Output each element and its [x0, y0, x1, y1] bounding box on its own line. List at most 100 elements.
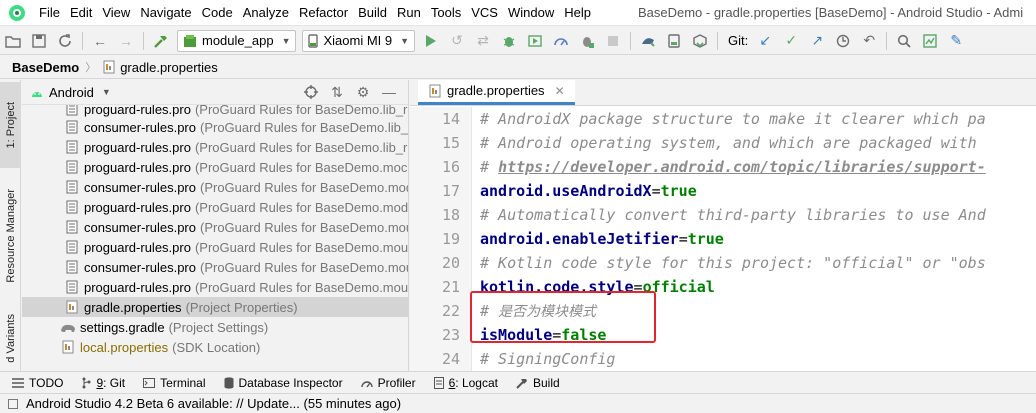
code-area[interactable]: 14 # AndroidX package structure to make …: [410, 107, 1036, 371]
status-message[interactable]: Android Studio 4.2 Beta 6 available: // …: [26, 396, 401, 411]
text-file-icon: [64, 259, 80, 275]
hide-panel-icon[interactable]: —: [380, 81, 398, 103]
git-update-icon[interactable]: ↙: [754, 30, 776, 52]
menu-tools[interactable]: Tools: [426, 0, 466, 26]
menu-vcs[interactable]: VCS: [466, 0, 503, 26]
project-view-select[interactable]: Android ▼: [30, 85, 111, 100]
git-history-icon[interactable]: [832, 30, 854, 52]
device-select[interactable]: Xiaomi MI 9 ▼: [302, 29, 416, 52]
tree-row-file[interactable]: proguard-rules.pro (ProGuard Rules for Ba…: [22, 197, 408, 217]
save-all-icon[interactable]: [28, 30, 50, 52]
gradle-sync-icon[interactable]: [637, 30, 659, 52]
status-toggle-icon[interactable]: [8, 398, 18, 409]
close-icon[interactable]: ✕: [555, 84, 565, 98]
build-hammer-icon[interactable]: [150, 30, 172, 52]
menu-refactor[interactable]: Refactor: [294, 0, 353, 26]
tab-database-inspector[interactable]: Database Inspector: [224, 376, 343, 390]
tree-row-file[interactable]: consumer-rules.pro (ProGuard Rules for Ba…: [22, 257, 408, 277]
breadcrumb-file-label: gradle.properties: [120, 59, 218, 75]
open-folder-icon[interactable]: [2, 30, 24, 52]
tree-row-file-selected[interactable]: gradle.properties (Project Properties): [22, 297, 408, 317]
menu-edit[interactable]: Edit: [65, 0, 97, 26]
back-arrow-icon[interactable]: ←: [89, 30, 111, 52]
properties-file-icon: [64, 299, 80, 315]
tree-row-file[interactable]: proguard-rules.pro (ProGuard Rules for Ba…: [22, 105, 408, 117]
code-comment: # 是否为模块模式: [480, 301, 596, 321]
tree-row-file[interactable]: proguard-rules.pro (ProGuard Rules for Ba…: [22, 137, 408, 157]
apply-changes-icon[interactable]: ↺: [446, 30, 468, 52]
chevron-down-icon: ▼: [101, 87, 111, 97]
tree-file-desc: (ProGuard Rules for BaseDemo.mou: [200, 219, 409, 235]
tree-row-file[interactable]: local.properties (SDK Location): [22, 337, 408, 357]
code-comment: # Automatically convert third-party libr…: [480, 206, 986, 224]
menu-analyze[interactable]: Analyze: [238, 0, 294, 26]
tab-todo[interactable]: TODO: [12, 376, 63, 390]
menu-view[interactable]: View: [97, 0, 135, 26]
terminal-icon: [143, 377, 156, 388]
collapse-all-icon[interactable]: ⇅: [328, 81, 346, 103]
tab-resource-manager[interactable]: Resource Manager: [0, 172, 21, 300]
menu-help[interactable]: Help: [559, 0, 596, 26]
tab-terminal[interactable]: Terminal: [143, 375, 206, 390]
tab-logcat[interactable]: 6: Logcat: [433, 376, 498, 390]
avd-manager-icon[interactable]: [663, 30, 685, 52]
tree-file-name: proguard-rules.pro: [84, 105, 191, 117]
locate-file-icon[interactable]: [302, 81, 320, 103]
git-push-icon[interactable]: ↗: [806, 30, 828, 52]
tree-row-file[interactable]: proguard-rules.pro (ProGuard Rules for Ba…: [22, 277, 408, 297]
tree-row-file[interactable]: consumer-rules.pro (ProGuard Rules for Ba…: [22, 117, 408, 137]
code-comment: # SigningConfig: [480, 350, 616, 368]
tree-file-name: proguard-rules.pro: [84, 199, 191, 215]
assistant-icon[interactable]: [919, 30, 941, 52]
text-file-icon: [64, 119, 80, 135]
tab-git[interactable]: 9: Git: [81, 376, 125, 390]
settings-icon[interactable]: ✎: [945, 30, 967, 52]
run-icon[interactable]: [420, 30, 442, 52]
module-select[interactable]: module_app ▼: [177, 29, 297, 52]
code-line: 24 # SigningConfig: [410, 347, 1036, 371]
property-key: android.useAndroidX: [480, 182, 652, 200]
line-number: 21: [441, 278, 460, 296]
sync-icon[interactable]: [54, 30, 76, 52]
line-number: 22: [441, 302, 460, 320]
sdk-manager-icon[interactable]: [689, 30, 711, 52]
tree-file-name: local.properties: [80, 339, 169, 355]
chevron-down-icon: ▼: [400, 35, 410, 46]
breadcrumb-project[interactable]: BaseDemo: [12, 60, 79, 75]
tab-profiler[interactable]: Profiler: [360, 376, 416, 390]
search-everywhere-icon[interactable]: [893, 30, 915, 52]
menu-file[interactable]: File: [34, 0, 65, 26]
property-equals: =: [552, 326, 562, 344]
tab-project[interactable]: 1: Project: [0, 82, 21, 168]
breadcrumb-file[interactable]: gradle.properties: [102, 60, 218, 75]
debug-icon[interactable]: [498, 30, 520, 52]
tab-build[interactable]: Build: [516, 376, 560, 390]
phone-icon: [308, 33, 319, 48]
profile-icon[interactable]: [550, 30, 572, 52]
tree-row-file[interactable]: settings.gradle (Project Settings): [22, 317, 408, 337]
forward-arrow-icon[interactable]: →: [115, 30, 137, 52]
code-url-link[interactable]: https://developer.android.com/topic/libr…: [498, 158, 986, 176]
tree-row-file[interactable]: consumer-rules.pro (ProGuard Rules for Ba…: [22, 217, 408, 237]
menu-window[interactable]: Window: [503, 0, 559, 26]
stop-icon[interactable]: [602, 30, 624, 52]
tab-terminal-label: Terminal: [160, 375, 206, 390]
apply-code-changes-icon[interactable]: ⇄: [472, 30, 494, 52]
main-toolbar: ← → module_app ▼ Xiaomi MI 9 ▼ ↺ ⇄ Git: …: [0, 27, 1036, 55]
menu-navigate[interactable]: Navigate: [135, 0, 196, 26]
device-select-label: Xiaomi MI 9: [323, 33, 393, 48]
attach-debugger-icon[interactable]: [576, 30, 598, 52]
gear-icon[interactable]: ⚙: [354, 81, 372, 103]
tree-file-name: consumer-rules.pro: [84, 259, 196, 275]
menu-run[interactable]: Run: [392, 0, 426, 26]
menu-code[interactable]: Code: [197, 0, 238, 26]
menu-build[interactable]: Build: [353, 0, 392, 26]
git-rollback-icon[interactable]: ↶: [858, 30, 880, 52]
run-with-coverage-icon[interactable]: [524, 30, 546, 52]
tree-row-file[interactable]: consumer-rules.pro (ProGuard Rules for Ba…: [22, 177, 408, 197]
tab-build-variants[interactable]: d Variants: [0, 306, 21, 370]
tree-row-file[interactable]: proguard-rules.pro (ProGuard Rules for Ba…: [22, 237, 408, 257]
tree-row-file[interactable]: proguard-rules.pro (ProGuard Rules for Ba…: [22, 157, 408, 177]
editor-tab-gradle-properties[interactable]: gradle.properties ✕: [418, 80, 575, 105]
git-commit-icon[interactable]: ✓: [780, 30, 802, 52]
